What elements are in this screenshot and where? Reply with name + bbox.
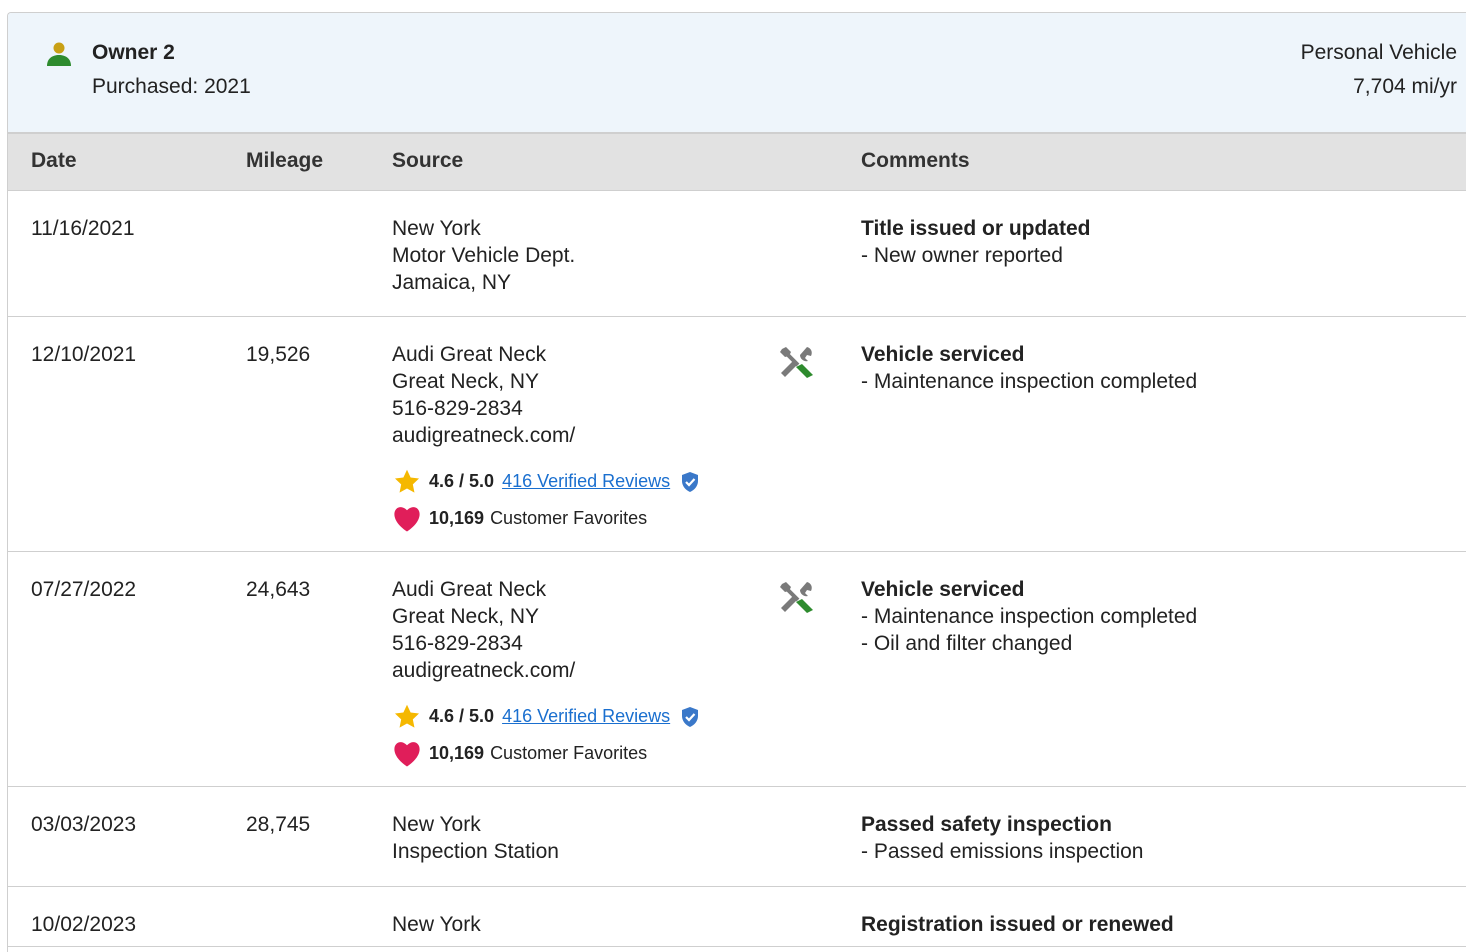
record-comments: Title issued or updated - New owner repor…	[861, 215, 1090, 269]
record-comments: Vehicle serviced - Maintenance inspection…	[861, 576, 1197, 657]
source-line: New York	[392, 217, 481, 240]
comment-item: - Maintenance inspection completed	[861, 605, 1198, 628]
source-line: New York	[392, 813, 481, 836]
record-mileage: 24,643	[246, 578, 311, 601]
verified-reviews-link[interactable]: 416 Verified Reviews	[502, 698, 670, 735]
owner-header: Owner 2 Purchased: 2021 Personal Vehicle…	[8, 13, 1466, 134]
record-source: New York Inspection Station	[392, 811, 559, 865]
record-date: 07/27/2022	[31, 578, 137, 601]
column-header-date: Date	[31, 149, 77, 172]
column-header-source: Source	[392, 149, 464, 172]
record-date: 12/10/2021	[31, 343, 137, 366]
record-source: Audi Great Neck Great Neck, NY 516-829-283…	[392, 576, 707, 772]
rating-line: 4.6 / 5.0 416 Verified Reviews	[392, 463, 707, 500]
column-header-comments: Comments	[861, 149, 970, 172]
rating-value: 4.6 / 5.0	[429, 471, 495, 491]
owner-purchased: Purchased: 2021	[92, 75, 251, 98]
wrench-screwdriver-icon	[780, 347, 813, 378]
record-date: 10/02/2023	[31, 913, 137, 936]
record-source: New York	[392, 911, 481, 938]
rating-value: 4.6 / 5.0	[429, 706, 495, 726]
record-source: Audi Great Neck Great Neck, NY 516-829-283…	[392, 341, 707, 537]
verified-reviews-link[interactable]: 416 Verified Reviews	[502, 463, 670, 500]
source-line: audigreatneck.com/	[392, 659, 576, 682]
source-line: Great Neck, NY	[392, 605, 540, 628]
favorites-label: Customer Favorites	[490, 743, 648, 763]
person-icon	[47, 42, 71, 66]
dealer-badges: 4.6 / 5.0 416 Verified Reviews 10,169 Custo…	[392, 698, 707, 772]
history-row: 12/10/2021 19,526 Audi Great Neck Great Nec…	[8, 317, 1466, 552]
vehicle-type: Personal Vehicle	[1300, 41, 1457, 64]
comment-item: - Oil and filter changed	[861, 632, 1073, 655]
star-icon	[394, 469, 420, 493]
dealer-badges: 4.6 / 5.0 416 Verified Reviews 10,169 Custo…	[392, 463, 707, 537]
source-line: Audi Great Neck	[392, 578, 547, 601]
source-line: 516-829-2834	[392, 397, 523, 420]
record-comments: Registration issued or renewed	[861, 911, 1174, 938]
heart-icon	[394, 741, 420, 766]
favorites-label: Customer Favorites	[490, 508, 648, 528]
source-line: audigreatneck.com/	[392, 424, 576, 447]
favorites-line: 10,169 Customer Favorites	[392, 735, 707, 772]
history-row: 10/02/2023 New York Registration issued or…	[8, 887, 1466, 947]
wrench-screwdriver-icon	[780, 582, 813, 613]
favorites-count: 10,169	[429, 508, 485, 528]
records-table-body: 11/16/2021 New York Motor Vehicle Dept. Jam…	[8, 191, 1466, 947]
heart-icon	[394, 506, 420, 531]
source-line: Inspection Station	[392, 840, 559, 863]
record-date: 03/03/2023	[31, 813, 137, 836]
owner-name: Owner 2	[92, 41, 175, 64]
annual-miles: 7,704 mi/yr	[1353, 75, 1457, 98]
owner-history-panel: Owner 2 Purchased: 2021 Personal Vehicle…	[7, 12, 1466, 952]
comment-title: Vehicle serviced	[861, 578, 1025, 601]
favorites-line: 10,169 Customer Favorites	[392, 500, 707, 537]
comment-title: Title issued or updated	[861, 217, 1091, 240]
verified-shield-icon	[682, 706, 699, 727]
verified-shield-icon	[682, 471, 699, 492]
source-line: Motor Vehicle Dept.	[392, 244, 576, 267]
comment-item: - Maintenance inspection completed	[861, 370, 1198, 393]
source-line: Jamaica, NY	[392, 271, 512, 294]
source-line: Great Neck, NY	[392, 370, 540, 393]
favorites-count: 10,169	[429, 743, 485, 763]
star-icon	[394, 704, 420, 728]
record-source: New York Motor Vehicle Dept. Jamaica, NY	[392, 215, 575, 296]
table-header: Date Mileage Source Comments	[8, 134, 1466, 191]
source-line: Audi Great Neck	[392, 343, 547, 366]
source-line: 516-829-2834	[392, 632, 523, 655]
record-mileage: 28,745	[246, 813, 311, 836]
comment-title: Vehicle serviced	[861, 343, 1025, 366]
record-comments: Vehicle serviced - Maintenance inspection…	[861, 341, 1197, 395]
comment-item: - New owner reported	[861, 244, 1063, 267]
comment-item: - Passed emissions inspection	[861, 840, 1144, 863]
history-row: 11/16/2021 New York Motor Vehicle Dept. Jam…	[8, 191, 1466, 317]
source-line: New York	[392, 913, 481, 936]
comment-title: Registration issued or renewed	[861, 913, 1174, 936]
column-header-mileage: Mileage	[246, 149, 324, 172]
rating-line: 4.6 / 5.0 416 Verified Reviews	[392, 698, 707, 735]
history-row: 03/03/2023 28,745 New York Inspection Stati…	[8, 787, 1466, 887]
record-date: 11/16/2021	[31, 217, 135, 240]
record-mileage: 19,526	[246, 343, 311, 366]
comment-title: Passed safety inspection	[861, 813, 1112, 836]
history-row: 07/27/2022 24,643 Audi Great Neck Great Nec…	[8, 552, 1466, 787]
record-comments: Passed safety inspection - Passed emissio…	[861, 811, 1143, 865]
